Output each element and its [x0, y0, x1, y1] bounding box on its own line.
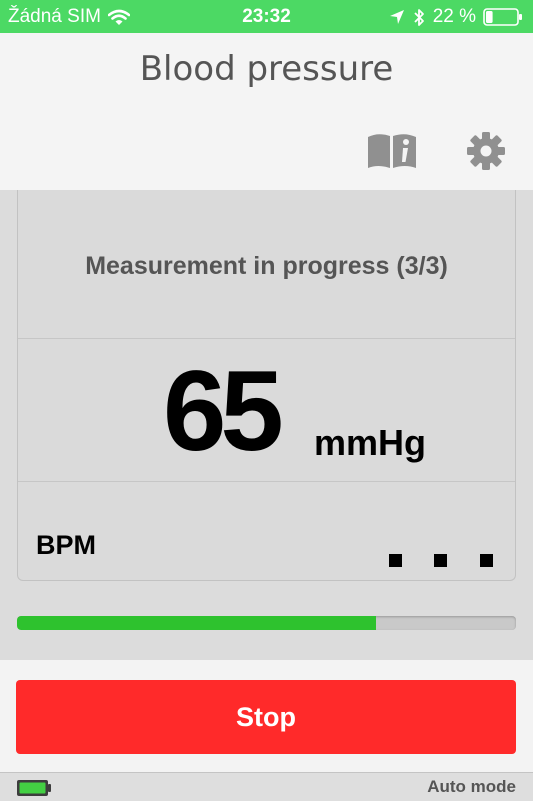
bpm-placeholder-dot [389, 554, 402, 567]
stop-button[interactable]: Stop [16, 680, 516, 754]
bluetooth-icon [414, 8, 424, 26]
pressure-unit: mmHg [314, 422, 427, 463]
bpm-row: BPM [18, 482, 515, 580]
pressure-value: 65 [163, 348, 284, 475]
status-right-group: 22 % [389, 6, 523, 28]
battery-full-icon [17, 780, 51, 796]
progress-fill [17, 616, 377, 630]
measurement-area: Measurement in progress (3/3) 65 mmHg BP… [0, 190, 533, 660]
action-area: Stop [0, 660, 533, 772]
measurement-card: Measurement in progress (3/3) 65 mmHg BP… [17, 190, 516, 581]
gear-icon [467, 132, 505, 170]
status-row: Measurement in progress (3/3) [18, 190, 515, 339]
mode-label: Auto mode [427, 777, 516, 796]
pressure-row: 65 mmHg [18, 339, 515, 482]
header: Blood pressure [0, 33, 533, 105]
battery-percent: 22 % [432, 6, 476, 27]
progress-bar [17, 616, 516, 630]
page-title: Blood pressure [139, 49, 394, 89]
status-bar: Žádná SIM 23:32 22 % [0, 0, 533, 33]
bpm-label: BPM [36, 530, 96, 560]
settings-button[interactable] [466, 131, 506, 171]
location-arrow-icon [389, 10, 404, 24]
footer: Auto mode [0, 772, 533, 801]
toolbar [0, 105, 533, 190]
bpm-placeholder-dot [480, 554, 493, 567]
battery-icon [483, 8, 522, 26]
info-book-button[interactable] [366, 131, 418, 171]
status-message: Measurement in progress (3/3) [85, 252, 448, 280]
bpm-placeholder-dot [434, 554, 447, 567]
book-info-icon [368, 134, 416, 168]
